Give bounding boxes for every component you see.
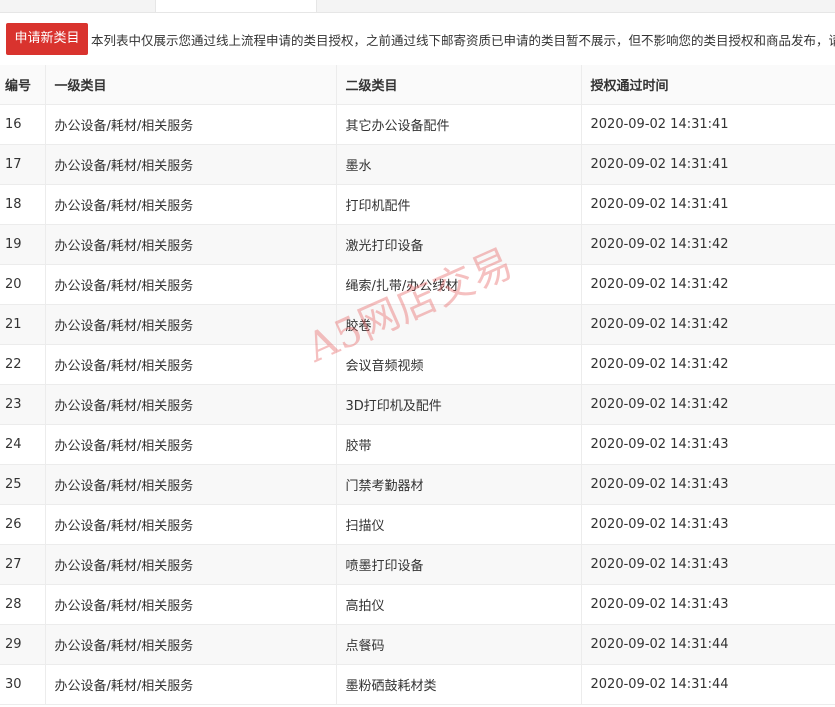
- cell-id: 25: [0, 464, 46, 505]
- cell-primary-category: 办公设备/耗材/相关服务: [45, 584, 337, 625]
- cell-primary-category: 办公设备/耗材/相关服务: [45, 144, 337, 185]
- cell-secondary-category: 胶卷: [336, 304, 582, 345]
- table-header-row: 编号 一级类目 二级类目 授权通过时间: [0, 65, 835, 105]
- cell-primary-category: 办公设备/耗材/相关服务: [45, 224, 337, 265]
- cell-id: 18: [0, 184, 46, 225]
- cell-primary-category: 办公设备/耗材/相关服务: [45, 384, 337, 425]
- column-header-secondary-category: 二级类目: [336, 65, 582, 105]
- cell-id: 20: [0, 264, 46, 305]
- cell-approval-time: 2020-09-02 14:31:44: [581, 664, 835, 705]
- cell-secondary-category: 会议音频视频: [336, 344, 582, 385]
- cell-id: 22: [0, 344, 46, 385]
- table-row: 21 办公设备/耗材/相关服务 胶卷 2020-09-02 14:31:42: [0, 304, 835, 345]
- cell-primary-category: 办公设备/耗材/相关服务: [45, 304, 337, 345]
- cell-secondary-category: 点餐码: [336, 624, 582, 665]
- cell-id: 16: [0, 104, 46, 145]
- table-row: 26 办公设备/耗材/相关服务 扫描仪 2020-09-02 14:31:43: [0, 504, 835, 545]
- tab-strip: [0, 0, 835, 13]
- cell-secondary-category: 激光打印设备: [336, 224, 582, 265]
- cell-approval-time: 2020-09-02 14:31:42: [581, 224, 835, 265]
- cell-id: 21: [0, 304, 46, 345]
- cell-id: 26: [0, 504, 46, 545]
- cell-approval-time: 2020-09-02 14:31:43: [581, 544, 835, 585]
- cell-secondary-category: 3D打印机及配件: [336, 384, 582, 425]
- cell-secondary-category: 打印机配件: [336, 184, 582, 225]
- table-row: 20 办公设备/耗材/相关服务 绳索/扎带/办公线材 2020-09-02 14:31…: [0, 264, 835, 305]
- cell-approval-time: 2020-09-02 14:31:42: [581, 344, 835, 385]
- table-row: 29 办公设备/耗材/相关服务 点餐码 2020-09-02 14:31:44: [0, 624, 835, 665]
- cell-id: 29: [0, 624, 46, 665]
- cell-secondary-category: 门禁考勤器材: [336, 464, 582, 505]
- cell-approval-time: 2020-09-02 14:31:43: [581, 504, 835, 545]
- table-row: 30 办公设备/耗材/相关服务 墨粉硒鼓耗材类 2020-09-02 14:31:44: [0, 664, 835, 705]
- cell-approval-time: 2020-09-02 14:31:42: [581, 384, 835, 425]
- cell-secondary-category: 墨水: [336, 144, 582, 185]
- apply-new-category-button[interactable]: 申请新类目: [6, 23, 88, 55]
- cell-primary-category: 办公设备/耗材/相关服务: [45, 344, 337, 385]
- cell-id: 23: [0, 384, 46, 425]
- table-row: 19 办公设备/耗材/相关服务 激光打印设备 2020-09-02 14:31:42: [0, 224, 835, 265]
- cell-primary-category: 办公设备/耗材/相关服务: [45, 184, 337, 225]
- table-row: 28 办公设备/耗材/相关服务 高拍仪 2020-09-02 14:31:43: [0, 584, 835, 625]
- cell-primary-category: 办公设备/耗材/相关服务: [45, 544, 337, 585]
- cell-secondary-category: 绳索/扎带/办公线材: [336, 264, 582, 305]
- cell-id: 30: [0, 664, 46, 705]
- cell-id: 19: [0, 224, 46, 265]
- table-row: 25 办公设备/耗材/相关服务 门禁考勤器材 2020-09-02 14:31:43: [0, 464, 835, 505]
- notice-text: 本列表中仅展示您通过线上流程申请的类目授权，之前通过线下邮寄资质已申请的类目暂不…: [91, 33, 835, 48]
- column-header-id: 编号: [0, 65, 46, 105]
- column-header-approval-time: 授权通过时间: [581, 65, 835, 105]
- cell-primary-category: 办公设备/耗材/相关服务: [45, 504, 337, 545]
- table-row: 23 办公设备/耗材/相关服务 3D打印机及配件 2020-09-02 14:31:4…: [0, 384, 835, 425]
- cell-id: 17: [0, 144, 46, 185]
- cell-secondary-category: 胶带: [336, 424, 582, 465]
- cell-secondary-category: 其它办公设备配件: [336, 104, 582, 145]
- table-row: 17 办公设备/耗材/相关服务 墨水 2020-09-02 14:31:41: [0, 144, 835, 185]
- cell-primary-category: 办公设备/耗材/相关服务: [45, 464, 337, 505]
- table-row: 27 办公设备/耗材/相关服务 喷墨打印设备 2020-09-02 14:31:43: [0, 544, 835, 585]
- cell-approval-time: 2020-09-02 14:31:43: [581, 424, 835, 465]
- cell-approval-time: 2020-09-02 14:31:41: [581, 184, 835, 225]
- column-header-primary-category: 一级类目: [45, 65, 337, 105]
- cell-primary-category: 办公设备/耗材/相关服务: [45, 104, 337, 145]
- cell-secondary-category: 高拍仪: [336, 584, 582, 625]
- table-row: 18 办公设备/耗材/相关服务 打印机配件 2020-09-02 14:31:41: [0, 184, 835, 225]
- cell-id: 28: [0, 584, 46, 625]
- tab-active[interactable]: [155, 0, 317, 12]
- table-row: 24 办公设备/耗材/相关服务 胶带 2020-09-02 14:31:43: [0, 424, 835, 465]
- cell-primary-category: 办公设备/耗材/相关服务: [45, 264, 337, 305]
- cell-secondary-category: 墨粉硒鼓耗材类: [336, 664, 582, 705]
- table-row: 22 办公设备/耗材/相关服务 会议音频视频 2020-09-02 14:31:42: [0, 344, 835, 385]
- cell-approval-time: 2020-09-02 14:31:42: [581, 304, 835, 345]
- cell-primary-category: 办公设备/耗材/相关服务: [45, 624, 337, 665]
- cell-approval-time: 2020-09-02 14:31:41: [581, 104, 835, 145]
- toolbar: 申请新类目 本列表中仅展示您通过线上流程申请的类目授权，之前通过线下邮寄资质已申…: [0, 13, 835, 66]
- cell-approval-time: 2020-09-02 14:31:43: [581, 584, 835, 625]
- cell-approval-time: 2020-09-02 14:31:43: [581, 464, 835, 505]
- cell-id: 24: [0, 424, 46, 465]
- cell-approval-time: 2020-09-02 14:31:41: [581, 144, 835, 185]
- table-row: 16 办公设备/耗材/相关服务 其它办公设备配件 2020-09-02 14:31:4…: [0, 104, 835, 145]
- table-body: 16 办公设备/耗材/相关服务 其它办公设备配件 2020-09-02 14:31:4…: [0, 104, 835, 705]
- category-authorization-table: 编号 一级类目 二级类目 授权通过时间 16 办公设备/耗材/相关服务 其它办公设备…: [0, 65, 835, 705]
- cell-approval-time: 2020-09-02 14:31:42: [581, 264, 835, 305]
- cell-primary-category: 办公设备/耗材/相关服务: [45, 424, 337, 465]
- cell-primary-category: 办公设备/耗材/相关服务: [45, 664, 337, 705]
- cell-approval-time: 2020-09-02 14:31:44: [581, 624, 835, 665]
- cell-secondary-category: 喷墨打印设备: [336, 544, 582, 585]
- cell-id: 27: [0, 544, 46, 585]
- cell-secondary-category: 扫描仪: [336, 504, 582, 545]
